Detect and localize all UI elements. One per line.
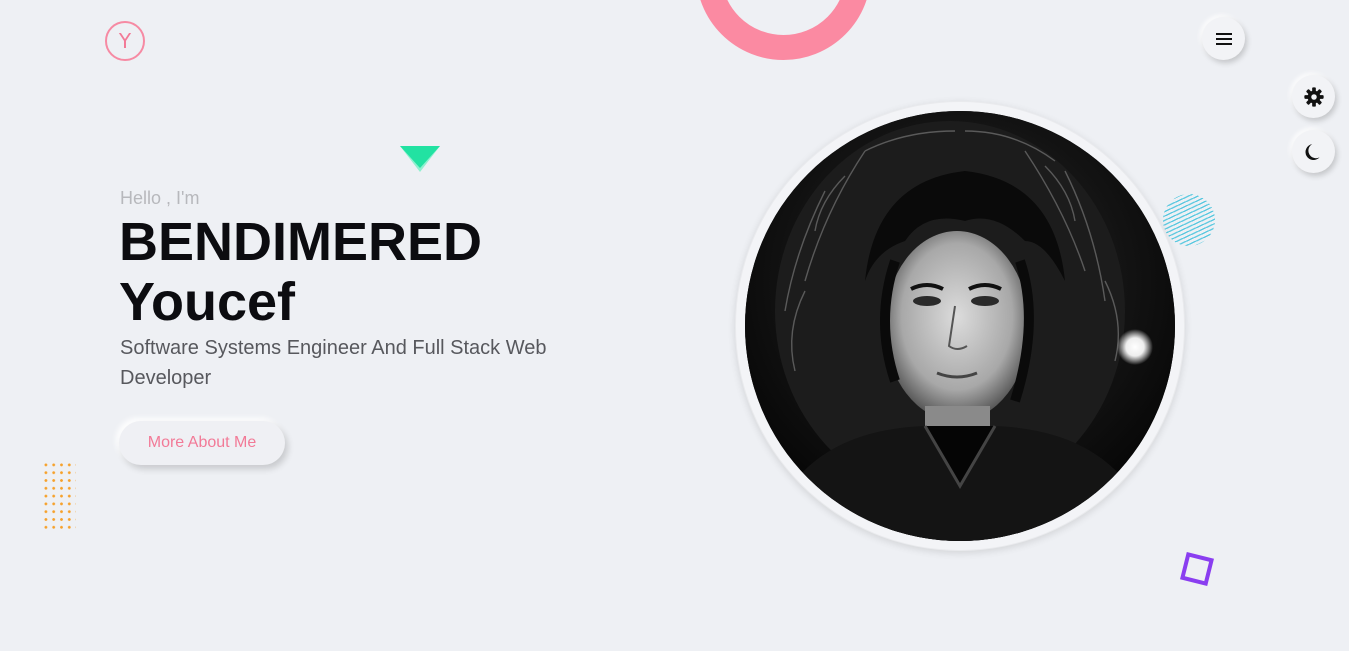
profile-photo: [745, 111, 1175, 541]
square-outline: [1180, 552, 1214, 586]
triangle-shape: [400, 146, 440, 172]
settings-button[interactable]: [1292, 75, 1335, 118]
logo-letter: Y: [118, 29, 132, 53]
logo[interactable]: Y: [105, 21, 145, 61]
moon-icon: [1305, 143, 1320, 160]
more-about-me-button[interactable]: More About Me: [119, 421, 285, 465]
greeting-text: Hello , I'm: [120, 188, 200, 208]
dot-grid: [42, 461, 76, 533]
menu-button[interactable]: [1202, 17, 1245, 60]
gear-icon: [1303, 86, 1324, 107]
striped-circle: [1163, 194, 1215, 246]
portrait-frame: [735, 101, 1185, 551]
decorative-ring: [696, 0, 871, 60]
home-page: Y Hello , I'm BENDIMERED Youcef Software…: [0, 0, 1349, 651]
portrait-illustration: [745, 111, 1175, 541]
name-line-1: BENDIMERED: [119, 212, 483, 272]
theme-toggle-button[interactable]: [1292, 130, 1335, 173]
hero-subtitle: Software Systems Engineer And Full Stack…: [120, 337, 547, 389]
name-line-2: Youcef: [119, 272, 296, 332]
hamburger-menu-icon: [1215, 32, 1232, 45]
hero-name: BENDIMERED Youcef: [119, 212, 482, 332]
